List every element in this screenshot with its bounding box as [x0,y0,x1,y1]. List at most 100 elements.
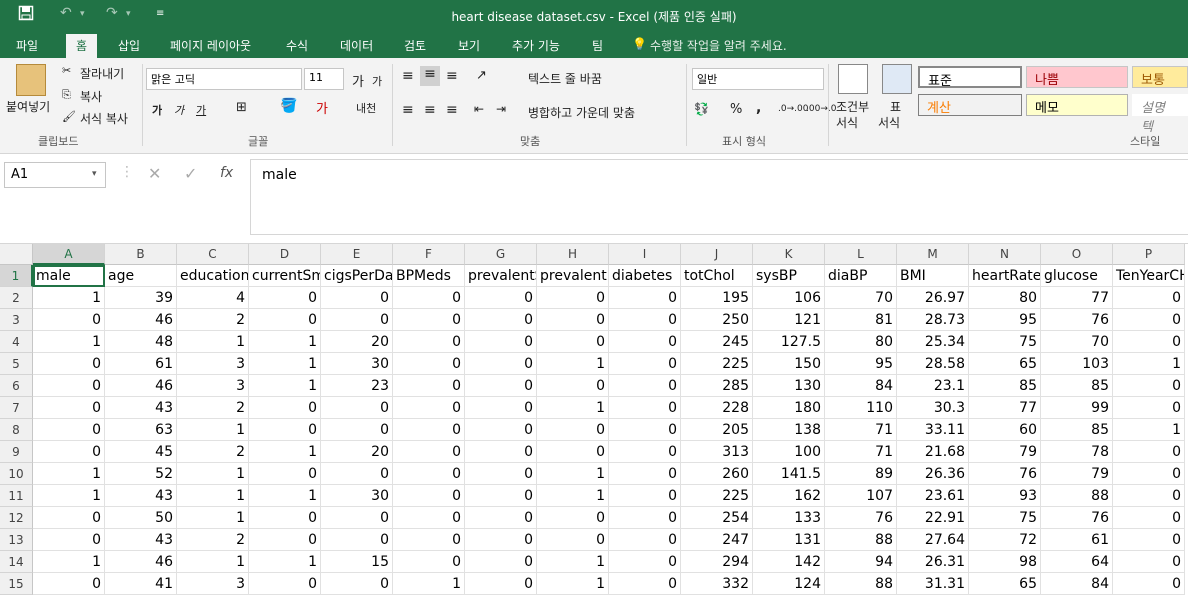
cell-J7[interactable]: 228 [681,397,753,419]
cell-A14[interactable]: 1 [33,551,105,573]
cell-B4[interactable]: 48 [105,331,177,353]
cell-O7[interactable]: 99 [1041,397,1113,419]
font-name-box[interactable]: 맑은 고딕 [146,68,302,90]
cell-J12[interactable]: 254 [681,507,753,529]
row-header-5[interactable]: 5 [0,353,33,375]
cell-F9[interactable]: 0 [393,441,465,463]
cell-P12[interactable]: 0 [1113,507,1185,529]
cell-O8[interactable]: 85 [1041,419,1113,441]
cell-N10[interactable]: 76 [969,463,1041,485]
cell-N12[interactable]: 75 [969,507,1041,529]
accounting-icon[interactable]: 💱 [694,102,709,116]
cell-N1[interactable]: heartRate [969,265,1041,287]
cell-D7[interactable]: 0 [249,397,321,419]
cell-I3[interactable]: 0 [609,309,681,331]
cell-P15[interactable]: 0 [1113,573,1185,595]
cell-P7[interactable]: 0 [1113,397,1185,419]
row-header-11[interactable]: 11 [0,485,33,507]
row-header-8[interactable]: 8 [0,419,33,441]
cell-G10[interactable]: 0 [465,463,537,485]
cell-D1[interactable]: currentSm [249,265,321,287]
cell-M15[interactable]: 31.31 [897,573,969,595]
cell-J8[interactable]: 205 [681,419,753,441]
cell-J14[interactable]: 294 [681,551,753,573]
row-header-3[interactable]: 3 [0,309,33,331]
conditional-format-icon[interactable] [838,64,868,94]
cell-C13[interactable]: 2 [177,529,249,551]
cell-C6[interactable]: 3 [177,375,249,397]
cell-O11[interactable]: 88 [1041,485,1113,507]
fill-color-icon[interactable]: 🪣 [280,98,297,114]
cell-L3[interactable]: 81 [825,309,897,331]
tab-home[interactable]: 홈 [66,34,98,58]
tab-review[interactable]: 검토 [404,36,426,58]
cell-G9[interactable]: 0 [465,441,537,463]
cell-N14[interactable]: 98 [969,551,1041,573]
cut-button[interactable]: 잘라내기 [80,65,124,82]
tell-me-search[interactable]: 수행할 작업을 알려 주세요. [650,36,787,58]
decrease-font-icon[interactable]: 가 [372,73,382,89]
cell-H8[interactable]: 0 [537,419,609,441]
cell-E5[interactable]: 30 [321,353,393,375]
cell-F5[interactable]: 0 [393,353,465,375]
cell-P3[interactable]: 0 [1113,309,1185,331]
cell-K10[interactable]: 141.5 [753,463,825,485]
cell-D11[interactable]: 1 [249,485,321,507]
cell-J9[interactable]: 313 [681,441,753,463]
cell-D3[interactable]: 0 [249,309,321,331]
cell-A12[interactable]: 0 [33,507,105,529]
cell-H11[interactable]: 1 [537,485,609,507]
cell-P1[interactable]: TenYearCH [1113,265,1185,287]
font-size-box[interactable]: 11 [304,68,344,90]
cell-G13[interactable]: 0 [465,529,537,551]
cell-P9[interactable]: 0 [1113,441,1185,463]
cell-J3[interactable]: 250 [681,309,753,331]
cell-G12[interactable]: 0 [465,507,537,529]
cell-N9[interactable]: 79 [969,441,1041,463]
format-as-table-icon[interactable] [882,64,912,94]
cell-N15[interactable]: 65 [969,573,1041,595]
cell-J13[interactable]: 247 [681,529,753,551]
align-middle-icon[interactable]: ≡ [420,66,440,86]
cell-H9[interactable]: 0 [537,441,609,463]
align-top-icon[interactable]: ≡ [402,68,414,84]
cell-J6[interactable]: 285 [681,375,753,397]
cell-I10[interactable]: 0 [609,463,681,485]
cell-I8[interactable]: 0 [609,419,681,441]
cell-N3[interactable]: 95 [969,309,1041,331]
increase-indent-icon[interactable]: ⇥ [496,102,506,116]
cell-F15[interactable]: 1 [393,573,465,595]
style-explanatory[interactable]: 설명 텍 [1132,94,1188,135]
cell-B6[interactable]: 46 [105,375,177,397]
decrease-indent-icon[interactable]: ⇤ [474,102,484,116]
paste-button[interactable]: 붙여넣기 [6,98,50,115]
cell-B9[interactable]: 45 [105,441,177,463]
cell-I13[interactable]: 0 [609,529,681,551]
cell-M8[interactable]: 33.11 [897,419,969,441]
cell-G11[interactable]: 0 [465,485,537,507]
cell-G5[interactable]: 0 [465,353,537,375]
cell-P13[interactable]: 0 [1113,529,1185,551]
column-header-O[interactable]: O [1041,244,1113,265]
cell-D13[interactable]: 0 [249,529,321,551]
cell-L1[interactable]: diaBP [825,265,897,287]
cell-A4[interactable]: 1 [33,331,105,353]
column-header-N[interactable]: N [969,244,1041,265]
cell-H7[interactable]: 1 [537,397,609,419]
cell-F1[interactable]: BPMeds [393,265,465,287]
cell-G15[interactable]: 0 [465,573,537,595]
cell-E10[interactable]: 0 [321,463,393,485]
cell-F12[interactable]: 0 [393,507,465,529]
cell-I12[interactable]: 0 [609,507,681,529]
cell-B5[interactable]: 61 [105,353,177,375]
cell-N8[interactable]: 60 [969,419,1041,441]
cell-D15[interactable]: 0 [249,573,321,595]
row-header-14[interactable]: 14 [0,551,33,573]
cell-B3[interactable]: 46 [105,309,177,331]
cell-C4[interactable]: 1 [177,331,249,353]
cell-L10[interactable]: 89 [825,463,897,485]
select-all-corner[interactable] [0,244,33,265]
cell-J11[interactable]: 225 [681,485,753,507]
name-box-dropdown-icon[interactable]: ▾ [92,169,97,179]
cell-N13[interactable]: 72 [969,529,1041,551]
